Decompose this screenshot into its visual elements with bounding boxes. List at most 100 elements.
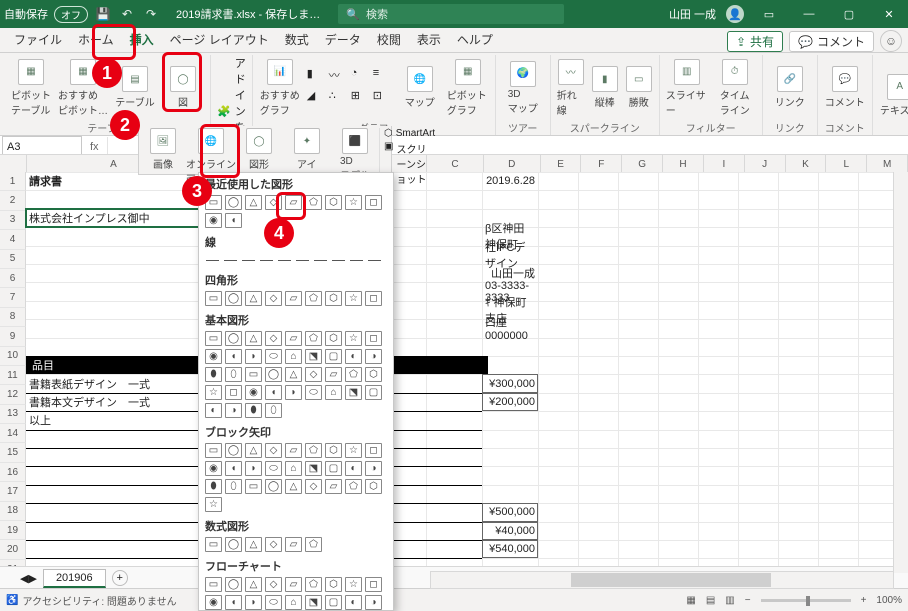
minimize-icon[interactable]: — xyxy=(794,0,824,28)
shape-item[interactable]: ◯ xyxy=(225,331,242,346)
shape-item[interactable]: ▢ xyxy=(325,595,342,610)
shape-item[interactable]: ▱ xyxy=(285,537,302,552)
shape-item[interactable]: ▭ xyxy=(205,195,222,210)
shape-item[interactable]: ⬠ xyxy=(305,195,322,210)
shape-item[interactable] xyxy=(223,253,238,266)
shape-item[interactable]: ▱ xyxy=(285,331,302,346)
shape-item[interactable]: ▭ xyxy=(205,577,222,592)
chart-bar-icon[interactable]: ≡ xyxy=(373,67,391,85)
row-header-16[interactable]: 16 xyxy=(0,463,26,482)
shape-item[interactable]: ▢ xyxy=(365,385,382,400)
shape-item[interactable]: ⬯ xyxy=(265,403,282,418)
add-sheet-icon[interactable]: + xyxy=(112,570,128,586)
shape-item[interactable]: ◇ xyxy=(265,577,282,592)
cell-A3[interactable]: 株式会社インプレス御中 xyxy=(26,209,200,227)
shape-item[interactable] xyxy=(349,253,364,266)
fx-icon[interactable]: fx xyxy=(90,141,99,153)
shape-item[interactable]: ◇ xyxy=(265,291,282,306)
row-header-13[interactable]: 13 xyxy=(0,405,26,424)
shape-item[interactable]: ◗ xyxy=(245,349,262,364)
rec-charts-button[interactable]: 📊 おすすめ グラフ xyxy=(259,59,301,117)
row-header-12[interactable]: 12 xyxy=(0,385,26,404)
shape-item[interactable]: ⌂ xyxy=(285,595,302,610)
shape-item[interactable]: ☆ xyxy=(345,577,362,592)
shape-item[interactable]: ⌂ xyxy=(325,385,342,400)
shape-item[interactable]: ◐ xyxy=(205,403,222,418)
cell-D1[interactable]: 2019.6.28 xyxy=(482,172,538,190)
shape-item[interactable]: ◻ xyxy=(365,331,382,346)
chart-pie-icon[interactable]: ◔ xyxy=(351,67,369,85)
zoom-level[interactable]: 100% xyxy=(876,595,902,606)
shape-item[interactable]: ▭ xyxy=(205,331,222,346)
shape-item[interactable]: ◯ xyxy=(265,479,282,494)
shape-item[interactable] xyxy=(205,253,220,266)
shape-item[interactable]: ⬠ xyxy=(305,443,322,458)
shape-item[interactable]: ⬭ xyxy=(305,385,322,400)
chart-line-icon[interactable]: 〰 xyxy=(329,67,347,85)
shape-item[interactable]: ⬮ xyxy=(205,479,222,494)
col-header-J[interactable]: J xyxy=(745,155,786,173)
shape-item[interactable]: ◉ xyxy=(205,461,222,476)
timeline-button[interactable]: ⏱ タイム ライン xyxy=(714,59,756,117)
link-button[interactable]: 🔗 リンク xyxy=(769,66,811,109)
pivot-table-button[interactable]: ▦ ピボット テーブル xyxy=(10,59,52,117)
shape-item[interactable] xyxy=(295,253,310,266)
redo-icon[interactable]: ↷ xyxy=(142,5,160,23)
map3d-button[interactable]: 🌍 3D マップ xyxy=(502,61,544,115)
view-normal-icon[interactable]: ▦ xyxy=(686,595,695,606)
row-header-18[interactable]: 18 xyxy=(0,502,26,521)
shape-item[interactable]: ◻ xyxy=(365,195,382,210)
shape-item[interactable]: ⬮ xyxy=(245,403,262,418)
undo-icon[interactable]: ↶ xyxy=(118,5,136,23)
row-header-10[interactable]: 10 xyxy=(0,347,26,366)
comments-button[interactable]: 💬 コメント xyxy=(789,31,874,52)
tab-pagelayout[interactable]: ページ レイアウト xyxy=(162,27,277,52)
shape-item[interactable]: ◗ xyxy=(285,385,302,400)
shape-item[interactable]: ☆ xyxy=(345,443,362,458)
shape-item[interactable]: ▱ xyxy=(285,443,302,458)
shape-item[interactable]: ⬡ xyxy=(325,577,342,592)
shape-item[interactable]: ◖ xyxy=(225,349,242,364)
shape-item[interactable]: ⬭ xyxy=(265,461,282,476)
cell-A13[interactable]: 書籍本文デザイン 一式 xyxy=(26,393,200,411)
new-comment-button[interactable]: 💬 コメント xyxy=(824,66,866,109)
col-header-H[interactable]: H xyxy=(663,155,704,173)
shape-item[interactable]: ◉ xyxy=(205,595,222,610)
row-header-8[interactable]: 8 xyxy=(0,308,26,327)
shape-item[interactable]: ⬡ xyxy=(325,291,342,306)
shape-item[interactable]: ◻ xyxy=(365,291,382,306)
shape-item[interactable]: ◑ xyxy=(365,595,382,610)
row-header-19[interactable]: 19 xyxy=(0,521,26,540)
shape-item[interactable]: ▭ xyxy=(205,291,222,306)
shape-item[interactable]: ⬠ xyxy=(305,537,322,552)
tab-home[interactable]: ホーム xyxy=(70,27,122,52)
shape-item[interactable]: ⬠ xyxy=(345,479,362,494)
pivot-chart-button[interactable]: ▦ ピボットグラフ xyxy=(447,59,489,117)
shape-item[interactable]: △ xyxy=(245,537,262,552)
text-button[interactable]: A テキスト xyxy=(879,74,908,117)
shape-item[interactable]: ⌂ xyxy=(285,461,302,476)
shape-item[interactable]: ◯ xyxy=(225,195,242,210)
row-header-3[interactable]: 3 xyxy=(0,211,26,230)
spark-winloss-button[interactable]: ▭ 勝敗 xyxy=(625,66,653,109)
shape-item[interactable]: △ xyxy=(245,577,262,592)
shape-item[interactable]: ▱ xyxy=(325,367,342,382)
shape-item[interactable]: ⬔ xyxy=(345,385,362,400)
shape-item[interactable]: ⬮ xyxy=(205,367,222,382)
row-header-17[interactable]: 17 xyxy=(0,482,26,501)
shape-item[interactable] xyxy=(367,253,382,266)
tab-help[interactable]: ヘルプ xyxy=(449,27,501,52)
chart-area-icon[interactable]: ◢ xyxy=(307,89,325,107)
shape-item[interactable] xyxy=(313,253,328,266)
shape-item[interactable]: ▱ xyxy=(285,195,302,210)
share-button[interactable]: ⇪ 共有 xyxy=(727,31,783,52)
shape-item[interactable]: ☆ xyxy=(345,291,362,306)
shape-item[interactable]: △ xyxy=(245,195,262,210)
save-icon[interactable]: 💾 xyxy=(94,5,112,23)
autosave-toggle[interactable]: オフ xyxy=(54,6,88,23)
shape-item[interactable]: ◗ xyxy=(245,595,262,610)
row-header-20[interactable]: 20 xyxy=(0,540,26,559)
chart-stock-icon[interactable]: ⊞ xyxy=(351,89,369,107)
spark-col-button[interactable]: ▮ 縦棒 xyxy=(591,66,619,109)
row-header-1[interactable]: 1 xyxy=(0,172,26,191)
